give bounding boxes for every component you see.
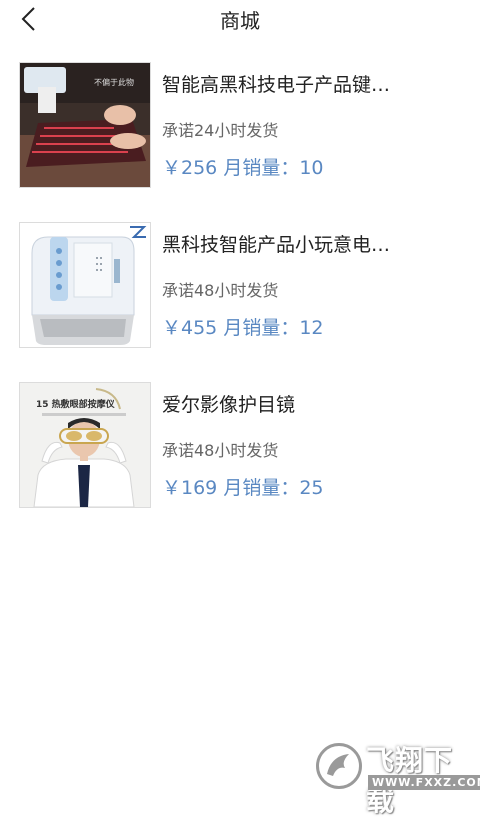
product-item[interactable]: 不偏于此物 智能高黑科技电子产品键… 承诺24小时发货 ￥256 月销量：10 [19, 62, 469, 188]
top-bar: 商城 [0, 0, 480, 38]
product-name[interactable]: 黑科技智能产品小玩意电… [162, 230, 462, 257]
shipping-promise: 承诺48小时发货 [162, 281, 279, 300]
price: ￥169 [162, 477, 218, 499]
thumb-caption: 15 热敷眼部按摩仪 [36, 398, 116, 410]
price: ￥455 [162, 317, 218, 339]
product-image-speaker[interactable] [19, 222, 151, 348]
price-and-sales: ￥455 月销量：12 [162, 313, 324, 340]
page-title: 商城 [220, 9, 260, 33]
product-item[interactable]: 15 热敷眼部按摩仪 爱尔影像护目镜 承诺48小时发货 ￥169 月销量：25 [19, 382, 469, 508]
product-name[interactable]: 智能高黑科技电子产品键… [162, 70, 462, 97]
monthly-sales-label: 月销量： [223, 477, 300, 499]
watermark-url: WWW.FXXZ.COM [368, 775, 480, 790]
monthly-sales-value: 25 [299, 477, 324, 499]
product-image-keyboard[interactable]: 不偏于此物 [19, 62, 151, 188]
monthly-sales-value: 10 [299, 157, 324, 179]
price-and-sales: ￥256 月销量：10 [162, 153, 324, 180]
price: ￥256 [162, 157, 218, 179]
price-and-sales: ￥169 月销量：25 [162, 473, 324, 500]
thumb-caption: 不偏于此物 [94, 77, 134, 87]
product-name[interactable]: 爱尔影像护目镜 [162, 390, 462, 417]
site-watermark: 飞翔下载 WWW.FXXZ.COM [312, 737, 480, 817]
product-item[interactable]: 黑科技智能产品小玩意电… 承诺48小时发货 ￥455 月销量：12 [19, 222, 469, 348]
shipping-promise: 承诺48小时发货 [162, 441, 279, 460]
monthly-sales-label: 月销量： [223, 157, 300, 179]
monthly-sales-label: 月销量： [223, 317, 300, 339]
fxxz-logo-icon [316, 743, 362, 789]
monthly-sales-value: 12 [299, 317, 324, 339]
product-image-eye-massager[interactable]: 15 热敷眼部按摩仪 [19, 382, 151, 508]
shipping-promise: 承诺24小时发货 [162, 121, 279, 140]
